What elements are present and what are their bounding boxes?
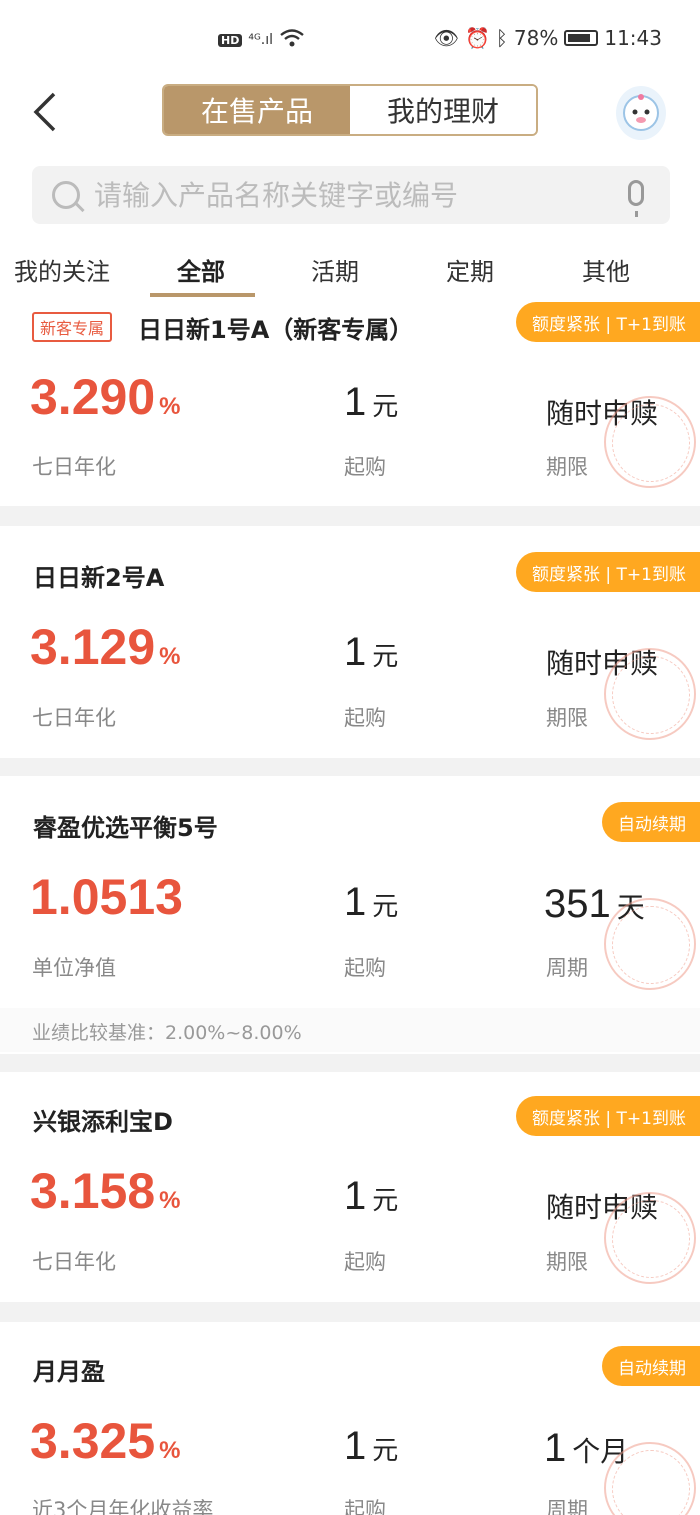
wifi-icon — [279, 28, 305, 52]
search-bar — [0, 150, 700, 238]
rate-label: 单位净值 — [32, 956, 116, 980]
rate-label: 七日年化 — [32, 1250, 116, 1274]
search-input[interactable] — [94, 178, 594, 212]
product-tag: 额度紧张 | T+1到账 — [516, 302, 700, 342]
rate-label: 近3个月年化收益率 — [32, 1498, 214, 1515]
status-bar: HD ⁴ᴳ.ıl 👁 ⏰ ᛒ 78% 11:43 — [0, 0, 700, 80]
min-amount: 1元 — [344, 630, 399, 674]
active-tab-indicator — [150, 293, 255, 297]
term-label: 期限 — [546, 1250, 588, 1274]
agency-stamp-icon — [604, 1192, 696, 1284]
microphone-icon[interactable] — [628, 180, 644, 217]
min-amount: 1元 — [344, 380, 399, 424]
product-tag: 自动续期 — [602, 802, 700, 842]
back-button[interactable] — [30, 90, 70, 140]
product-name: 睿盈优选平衡5号 — [33, 814, 218, 842]
product-segment-control: 在售产品 我的理财 — [162, 84, 538, 136]
search-icon — [52, 181, 80, 209]
product-card[interactable]: 月月盈 自动续期 3.325% 近3个月年化收益率 1元 起购 1 个月 周期 — [0, 1322, 700, 1515]
rate-value: 3.290% — [30, 369, 181, 425]
system-indicators: 👁 ⏰ ᛒ 78% 11:43 — [434, 26, 662, 50]
min-label: 起购 — [344, 455, 386, 479]
product-name: 日日新1号A（新客专属） — [138, 316, 414, 344]
hd-icon: HD — [218, 33, 243, 47]
tab-my-follow[interactable]: 我的关注 — [14, 252, 110, 287]
tab-all[interactable]: 全部 — [177, 252, 225, 287]
product-card[interactable]: 兴银添利宝D 额度紧张 | T+1到账 3.158% 七日年化 1元 起购 随时… — [0, 1072, 700, 1302]
min-amount: 1元 — [344, 1424, 399, 1468]
rate-value: 3.129% — [30, 619, 181, 675]
search-box[interactable] — [32, 166, 670, 224]
product-card[interactable]: 睿盈优选平衡5号 自动续期 1.0513 单位净值 1元 起购 351 天 周期 … — [0, 776, 700, 1054]
clock: 11:43 — [604, 26, 662, 50]
min-label: 起购 — [344, 1250, 386, 1274]
battery-icon — [564, 30, 599, 46]
rate-label: 七日年化 — [32, 455, 116, 479]
product-card[interactable]: 日日新2号A 额度紧张 | T+1到账 3.129% 七日年化 1元 起购 随时… — [0, 526, 700, 758]
product-name: 日日新2号A — [33, 564, 165, 592]
eye-icon: 👁 — [433, 26, 459, 50]
performance-benchmark: 业绩比较基准：2.00%~8.00% — [32, 1022, 302, 1044]
product-card[interactable]: 新客专属 日日新1号A（新客专属） 额度紧张 | T+1到账 3.290% 七日… — [0, 298, 700, 506]
rate-value: 3.158% — [30, 1163, 181, 1219]
category-tabs: 我的关注 全部 活期 定期 其他 — [0, 238, 700, 298]
nav-value: 1.0513 — [30, 869, 183, 925]
term-label: 期限 — [546, 455, 588, 479]
battery-percent: 78% — [513, 26, 559, 50]
tab-other[interactable]: 其他 — [582, 252, 630, 287]
bluetooth-icon: ᛒ — [495, 26, 508, 50]
signal-icon: ⁴ᴳ.ıl — [248, 32, 274, 48]
min-amount: 1元 — [344, 880, 399, 924]
agency-stamp-icon — [604, 898, 696, 990]
rate-value: 3.325% — [30, 1413, 181, 1469]
min-label: 起购 — [344, 956, 386, 980]
min-amount: 1元 — [344, 1174, 399, 1218]
new-customer-badge: 新客专属 — [32, 312, 113, 342]
min-label: 起购 — [344, 1498, 386, 1515]
agency-stamp-icon — [604, 648, 696, 740]
tab-demand[interactable]: 活期 — [311, 252, 359, 287]
term-label: 周期 — [546, 956, 588, 980]
tab-my-wealth[interactable]: 我的理财 — [350, 86, 536, 134]
alarm-icon: ⏰ — [465, 26, 490, 50]
rate-label: 七日年化 — [32, 706, 116, 730]
tab-on-sale[interactable]: 在售产品 — [164, 86, 350, 134]
assistant-avatar-icon[interactable] — [616, 86, 666, 140]
tab-fixed-term[interactable]: 定期 — [446, 252, 494, 287]
header: 在售产品 我的理财 — [0, 80, 700, 150]
product-tag: 额度紧张 | T+1到账 — [516, 552, 700, 592]
product-tag: 额度紧张 | T+1到账 — [516, 1096, 700, 1136]
product-name: 月月盈 — [33, 1358, 105, 1386]
product-tag: 自动续期 — [602, 1346, 700, 1386]
term-label: 期限 — [546, 706, 588, 730]
agency-stamp-icon — [604, 396, 696, 488]
network-indicators: HD ⁴ᴳ.ıl — [218, 28, 305, 52]
min-label: 起购 — [344, 706, 386, 730]
term-label: 周期 — [546, 1498, 588, 1515]
product-name: 兴银添利宝D — [33, 1108, 173, 1136]
